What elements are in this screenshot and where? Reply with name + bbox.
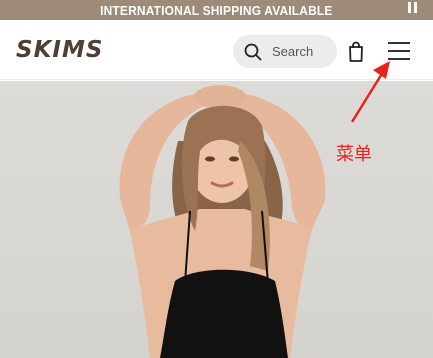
search-placeholder: Search <box>272 44 314 59</box>
pause-icon[interactable] <box>408 2 420 16</box>
site-logo[interactable]: SKIMS <box>16 37 103 63</box>
shopping-bag-icon[interactable] <box>346 40 366 64</box>
site-header: SKIMS Search <box>0 20 433 80</box>
model-photo <box>119 85 326 358</box>
hamburger-menu-icon[interactable] <box>386 40 412 62</box>
annotation-label: 菜单 <box>336 144 372 165</box>
search-input[interactable]: Search <box>233 35 337 68</box>
search-icon <box>244 43 262 60</box>
promo-banner: INTERNATIONAL SHIPPING AVAILABLE <box>0 0 433 20</box>
hero-image[interactable] <box>0 81 433 358</box>
promo-text: INTERNATIONAL SHIPPING AVAILABLE <box>100 2 333 18</box>
